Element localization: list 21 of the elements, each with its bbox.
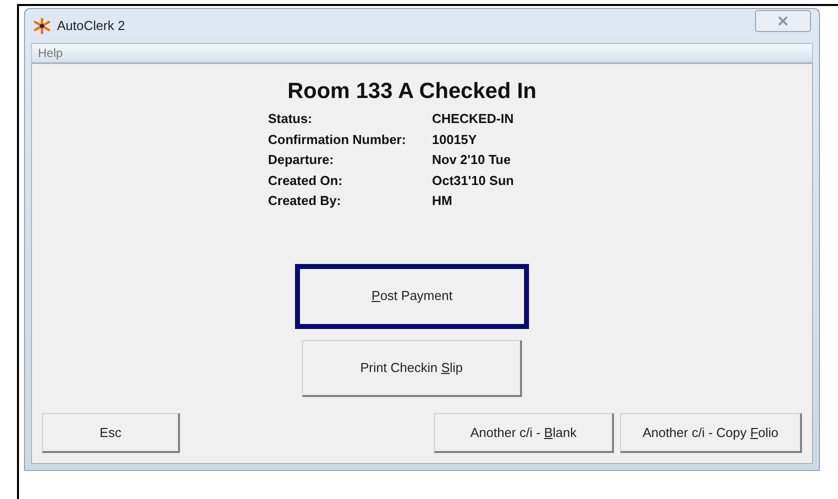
- action-button[interactable]: Post Payment: [295, 264, 529, 328]
- field-label: Created On:: [268, 172, 344, 190]
- field-value: HM: [432, 192, 454, 210]
- field-value: Oct31'10 Sun: [432, 172, 515, 190]
- footer-button[interactable]: Esc: [42, 413, 180, 453]
- menu-item[interactable]: Help: [38, 44, 63, 62]
- field-label: Status:: [268, 110, 314, 128]
- field-label: Confirmation Number:: [268, 130, 407, 148]
- field-value: Nov 2'10 Tue: [432, 151, 512, 169]
- field-value: 10015Y: [432, 130, 478, 148]
- window-title: AutoClerk 2: [57, 17, 125, 36]
- close-icon: [778, 16, 788, 26]
- close-button[interactable]: [755, 10, 811, 32]
- field-value: CHECKED-IN: [432, 110, 515, 128]
- asterisk-logo-icon: [33, 18, 51, 34]
- footer-button[interactable]: Another c/i - Blank: [434, 413, 614, 453]
- field-label: Departure:: [268, 151, 335, 169]
- page-heading: Room 133 A Checked In: [288, 77, 536, 105]
- field-label: Created By:: [268, 192, 342, 210]
- action-button[interactable]: Print Checkin Slip: [302, 340, 522, 396]
- footer-button[interactable]: Another c/i - Copy Folio: [620, 413, 802, 453]
